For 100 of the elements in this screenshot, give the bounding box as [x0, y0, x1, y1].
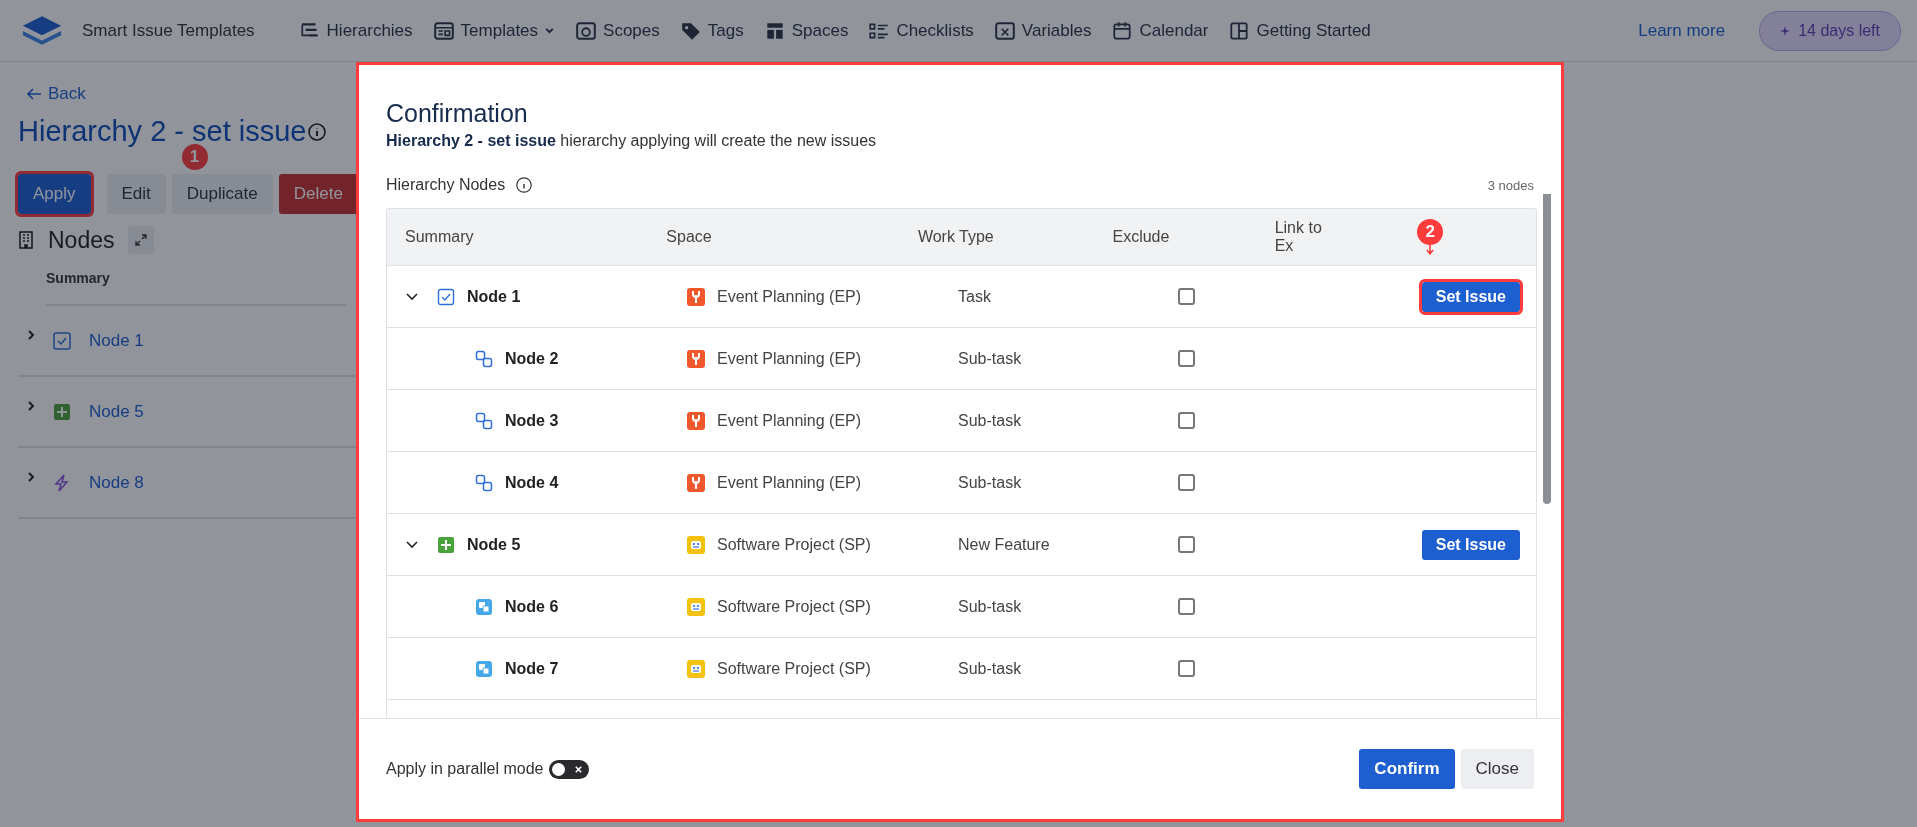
- expand-icon: [134, 233, 149, 247]
- exclude-checkbox[interactable]: [1178, 536, 1195, 553]
- space-name: Software Project (SP): [717, 597, 871, 616]
- subtask-icon: [475, 349, 493, 368]
- exclude-checkbox[interactable]: [1178, 412, 1195, 429]
- page-button[interactable]: Delete: [278, 174, 358, 214]
- nav-link[interactable]: Checklists: [868, 19, 974, 42]
- column-header: Work Type: [917, 228, 994, 246]
- node-link[interactable]: Node 5: [89, 401, 144, 422]
- dialog-button[interactable]: Close: [1460, 749, 1534, 789]
- chevron-icon[interactable]: [405, 539, 419, 550]
- chevron-icon[interactable]: [27, 328, 35, 341]
- learn-more-link[interactable]: Learn more: [1638, 20, 1726, 41]
- node-link[interactable]: Node 1: [89, 330, 144, 351]
- work-type: Sub-task: [958, 597, 1022, 616]
- work-type: Sub-task: [958, 411, 1022, 430]
- space-name: Software Project (SP): [717, 659, 871, 678]
- node-name: Node 7: [505, 659, 559, 678]
- logo-icon: [20, 13, 64, 48]
- nav-link[interactable]: Hierarchies: [298, 19, 413, 42]
- page-button[interactable]: Apply: [18, 174, 91, 214]
- work-type: New Feature: [958, 535, 1050, 554]
- wrench-icon: [687, 473, 705, 492]
- section-title: Nodes: [48, 226, 115, 254]
- scrollbar-thumb[interactable]: [1543, 194, 1551, 504]
- plus-icon: [53, 402, 71, 421]
- calendar-icon: [1111, 19, 1134, 42]
- nav-link[interactable]: Variables: [993, 19, 1092, 42]
- checkbox-icon: [53, 331, 71, 350]
- step-badge: 2: [1417, 219, 1444, 245]
- chevron-icon[interactable]: [405, 291, 419, 302]
- column-header: Summary: [405, 228, 474, 246]
- node-count: 3 nodes: [1487, 177, 1534, 193]
- space-name: Software Project (SP): [717, 535, 871, 554]
- page-button[interactable]: Edit: [106, 174, 166, 214]
- template-icon: [432, 19, 455, 42]
- info-icon: [515, 176, 534, 194]
- set-issue-button[interactable]: Set Issue: [1421, 529, 1520, 560]
- node-name: Node 5: [467, 535, 521, 554]
- nav-link[interactable]: Getting Started: [1228, 19, 1371, 42]
- toggle-state-icon: [574, 764, 584, 774]
- wrench-icon: [687, 287, 705, 306]
- wrench-icon: [687, 349, 705, 368]
- chevron-icon[interactable]: [27, 399, 35, 412]
- exclude-checkbox[interactable]: [1178, 288, 1195, 305]
- node-name: Node 3: [505, 411, 559, 430]
- column-header: Exclude: [1112, 228, 1170, 246]
- nav-link[interactable]: Scopes: [575, 19, 660, 42]
- hierarchy-nodes-label: Hierarchy Nodes: [386, 176, 506, 194]
- expand-button[interactable]: [128, 226, 155, 254]
- space-name: Event Planning (EP): [717, 411, 862, 430]
- parallel-mode-label: Apply in parallel mode: [386, 760, 544, 778]
- dialog-description: Hierarchy 2 - set issue hierarchy applying will create the new issues: [386, 132, 878, 150]
- space-name: Event Planning (EP): [717, 349, 862, 368]
- node-name: Node 6: [505, 597, 559, 616]
- robot-icon: [687, 659, 705, 678]
- node-link[interactable]: Node 8: [89, 472, 144, 493]
- plus-icon: [437, 535, 455, 554]
- exclude-checkbox[interactable]: [1178, 598, 1195, 615]
- column-header: Space: [666, 228, 712, 246]
- space-name: Event Planning (EP): [717, 287, 862, 306]
- wrench-icon: [687, 411, 705, 430]
- scope-icon: [575, 19, 598, 42]
- exclude-checkbox[interactable]: [1178, 350, 1195, 367]
- page-button[interactable]: Duplicate: [171, 174, 273, 214]
- nav-link[interactable]: Spaces: [763, 19, 849, 42]
- grid-icon: [1228, 19, 1251, 42]
- column-header: Link to Ex: [1274, 219, 1323, 255]
- nav-link[interactable]: Tags: [679, 19, 744, 42]
- work-type: Sub-task: [958, 473, 1022, 492]
- subtask-icon: [475, 659, 493, 678]
- work-type: Task: [958, 287, 991, 306]
- app-name: Smart Issue Templates: [82, 20, 255, 41]
- back-arrow-icon: [26, 87, 42, 101]
- subtask-icon: [475, 597, 493, 616]
- column-header: Summary: [46, 270, 346, 306]
- set-issue-button[interactable]: Set Issue: [1421, 281, 1520, 312]
- work-type: Sub-task: [958, 659, 1022, 678]
- nav-link[interactable]: Calendar: [1111, 19, 1209, 42]
- building-icon: [18, 230, 34, 250]
- back-link[interactable]: Back: [26, 84, 86, 104]
- step-badge: 1: [181, 144, 208, 170]
- parallel-mode-toggle[interactable]: [549, 759, 590, 779]
- subtask-icon: [475, 473, 493, 492]
- trial-badge[interactable]: 14 days left: [1759, 10, 1901, 51]
- robot-icon: [687, 597, 705, 616]
- nav-link[interactable]: Templates: [432, 19, 556, 42]
- sparkle-icon: [1780, 25, 1791, 36]
- subtask-icon: [475, 411, 493, 430]
- node-name: Node 1: [467, 287, 521, 306]
- node-name: Node 2: [505, 349, 559, 368]
- dialog-button[interactable]: Confirm: [1359, 749, 1455, 789]
- chevron-icon[interactable]: [27, 470, 35, 483]
- exclude-checkbox[interactable]: [1178, 474, 1195, 491]
- work-type: Sub-task: [958, 349, 1022, 368]
- variable-icon: [993, 19, 1016, 42]
- exclude-checkbox[interactable]: [1178, 660, 1195, 677]
- checkbox-icon: [437, 287, 455, 306]
- space-name: Event Planning (EP): [717, 473, 862, 492]
- info-icon: [306, 121, 327, 142]
